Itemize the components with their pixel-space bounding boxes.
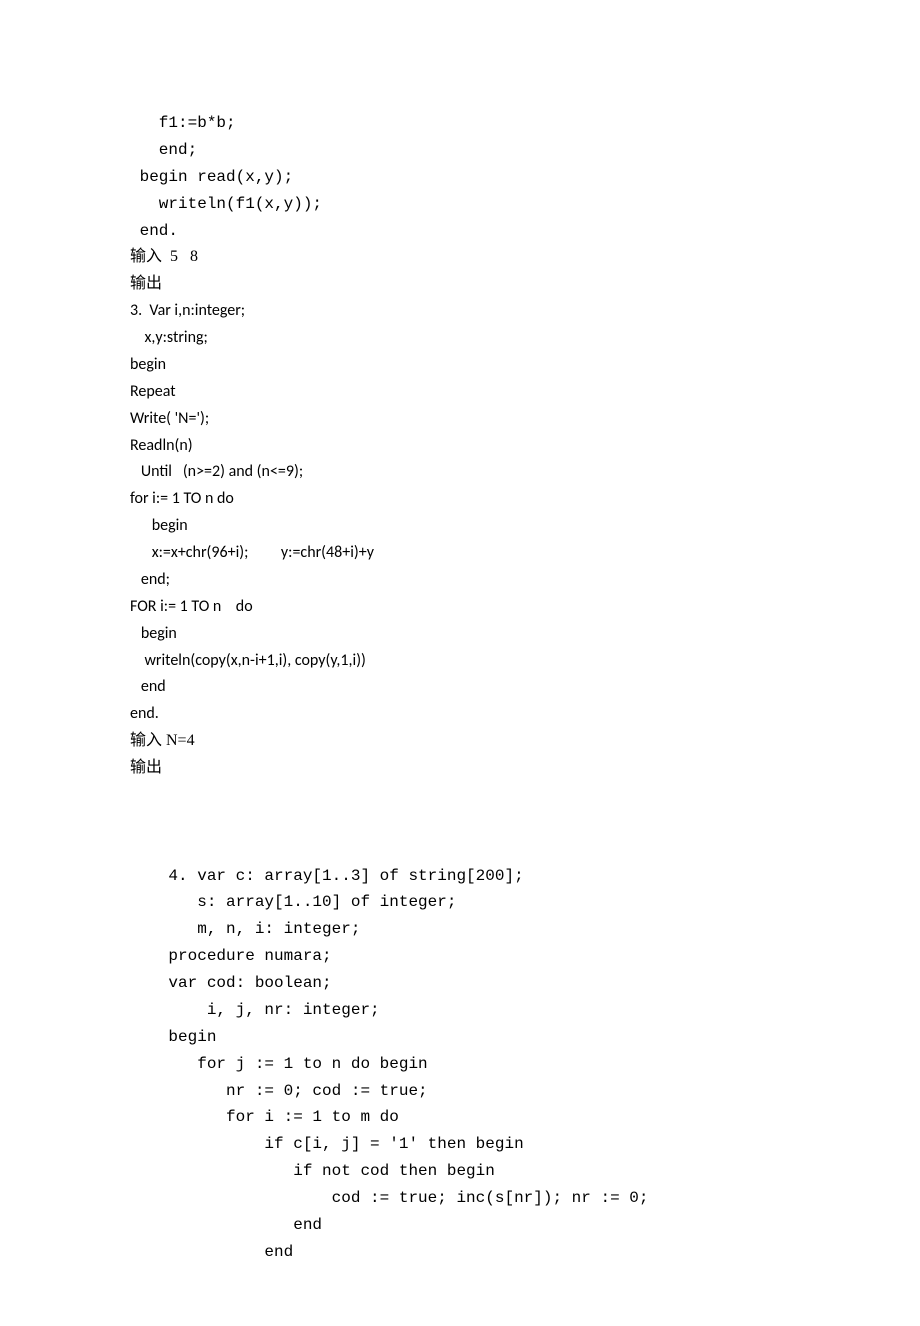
code-line: 输出 bbox=[130, 755, 790, 782]
code-line: end bbox=[130, 674, 790, 701]
code-line: begin bbox=[130, 352, 790, 379]
code-line: 3. Var i,n:integer; bbox=[130, 298, 790, 325]
code-line: begin read(x,y); bbox=[130, 164, 790, 191]
code-line: 输出 bbox=[130, 271, 790, 298]
code-line: 输入 N=4 bbox=[130, 728, 790, 755]
code-line bbox=[130, 782, 790, 809]
code-line: writeln(f1(x,y)); bbox=[130, 191, 790, 218]
code-line: 4. var c: array[1..3] of string[200]; bbox=[130, 863, 790, 890]
code-line: for i:= 1 TO n do bbox=[130, 486, 790, 513]
code-line: Readln(n) bbox=[130, 433, 790, 460]
code-line: Repeat bbox=[130, 379, 790, 406]
code-line bbox=[130, 836, 790, 863]
code-line: writeln(copy(x,n-i+1,i), copy(y,1,i)) bbox=[130, 648, 790, 675]
code-line: begin bbox=[130, 1024, 790, 1051]
code-line bbox=[130, 809, 790, 836]
document-body: f1:=b*b; end; begin read(x,y); writeln(f… bbox=[130, 110, 790, 1266]
code-line: if not cod then begin bbox=[130, 1158, 790, 1185]
code-line: x,y:string; bbox=[130, 325, 790, 352]
code-line: for i := 1 to m do bbox=[130, 1104, 790, 1131]
code-line: if c[i, j] = '1' then begin bbox=[130, 1131, 790, 1158]
code-line: 输入 5 8 bbox=[130, 244, 790, 271]
code-line: FOR i:= 1 TO n do bbox=[130, 594, 790, 621]
code-line: cod := true; inc(s[nr]); nr := 0; bbox=[130, 1185, 790, 1212]
code-line: end bbox=[130, 1212, 790, 1239]
code-line: f1:=b*b; bbox=[130, 110, 790, 137]
code-line: end. bbox=[130, 701, 790, 728]
code-line: m, n, i: integer; bbox=[130, 916, 790, 943]
code-line: nr := 0; cod := true; bbox=[130, 1078, 790, 1105]
code-line: procedure numara; bbox=[130, 943, 790, 970]
code-line: i, j, nr: integer; bbox=[130, 997, 790, 1024]
code-line: Until (n>=2) and (n<=9); bbox=[130, 459, 790, 486]
code-line: var cod: boolean; bbox=[130, 970, 790, 997]
code-line: s: array[1..10] of integer; bbox=[130, 889, 790, 916]
code-line: end; bbox=[130, 137, 790, 164]
code-line: begin bbox=[130, 513, 790, 540]
code-line: end. bbox=[130, 218, 790, 245]
code-line: x:=x+chr(96+i); y:=chr(48+i)+y bbox=[130, 540, 790, 567]
code-line: for j := 1 to n do begin bbox=[130, 1051, 790, 1078]
code-line: Write( 'N='); bbox=[130, 406, 790, 433]
code-line: end; bbox=[130, 567, 790, 594]
code-line: end bbox=[130, 1239, 790, 1266]
code-line: begin bbox=[130, 621, 790, 648]
